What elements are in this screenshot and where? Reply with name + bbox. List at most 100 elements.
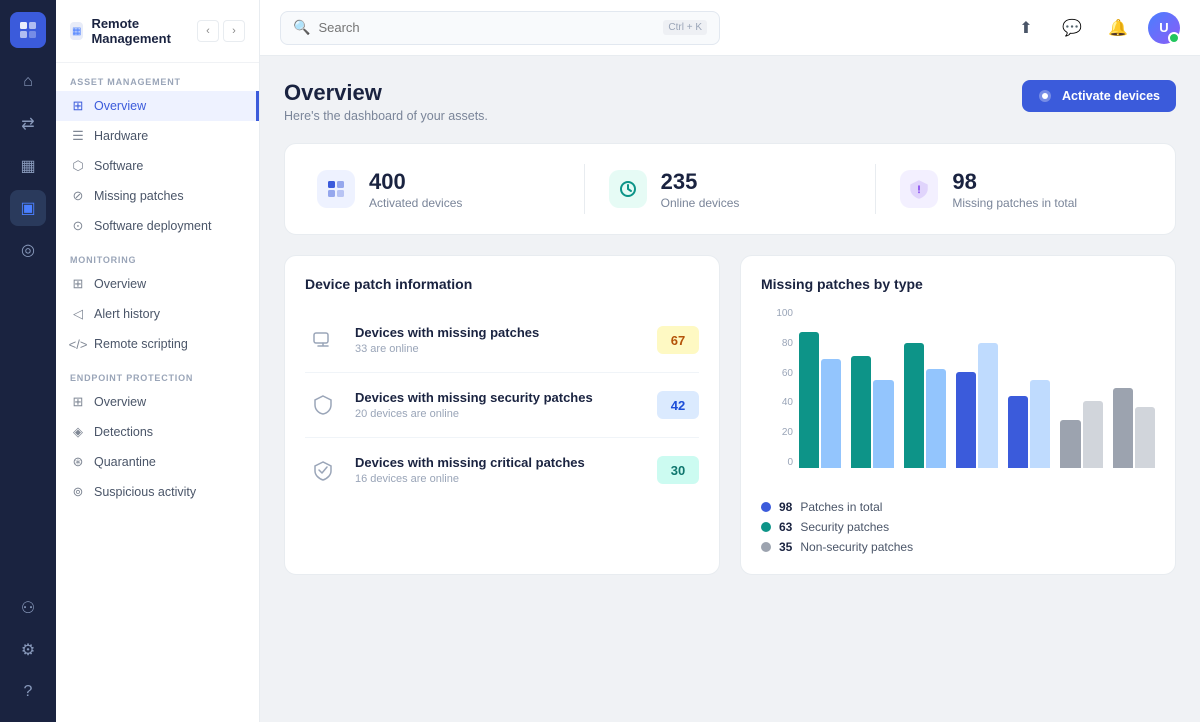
legend-dot-total xyxy=(761,502,771,512)
bar-secondary-1 xyxy=(873,380,893,468)
deployment-icon: ⊙ xyxy=(70,218,86,234)
rail-shield-icon[interactable]: ◎ xyxy=(10,232,46,268)
overview-icon: ⊞ xyxy=(70,98,86,114)
sidebar-item-label: Suspicious activity xyxy=(94,485,196,499)
notifications-icon[interactable]: 🔔 xyxy=(1102,12,1134,44)
missing-patches-chart-card: Missing patches by type 100 80 60 40 20 … xyxy=(740,255,1176,575)
bar-group-3 xyxy=(956,343,998,468)
patch-critical-title: Devices with missing critical patches xyxy=(355,455,643,472)
asset-management-label: ASSET MANAGEMENT xyxy=(56,63,259,91)
export-icon[interactable]: ⬆ xyxy=(1010,12,1042,44)
sidebar-item-label: Detections xyxy=(94,425,153,439)
patch-critical-info: Devices with missing critical patches 16… xyxy=(355,455,643,486)
bottom-grid: Device patch information Devices with mi… xyxy=(284,255,1176,575)
chat-icon[interactable]: 💬 xyxy=(1056,12,1088,44)
sidebar-header-icon: ▦ xyxy=(70,22,83,40)
activated-value: 400 xyxy=(369,169,462,195)
sidebar-item-detections[interactable]: ◈ Detections xyxy=(56,417,259,447)
sidebar-item-ep-overview[interactable]: ⊞ Overview xyxy=(56,387,259,417)
patch-critical-icon xyxy=(305,452,341,488)
legend-nonsecurity: 35 Non-security patches xyxy=(761,540,1155,554)
bar-group-6 xyxy=(1113,388,1155,468)
patch-item-security: Devices with missing security patches 20… xyxy=(305,373,699,438)
nav-arrows: ‹ › xyxy=(197,20,245,42)
rail-users-icon[interactable]: ⚇ xyxy=(10,590,46,626)
search-icon: 🔍 xyxy=(293,19,310,36)
rail-home-icon[interactable]: ⌂ xyxy=(10,64,46,100)
bar-secondary-6 xyxy=(1135,407,1155,468)
search-bar[interactable]: 🔍 Ctrl + K xyxy=(280,11,720,45)
patch-critical-sub: 16 devices are online xyxy=(355,473,643,485)
user-avatar[interactable]: U xyxy=(1148,12,1180,44)
sidebar-item-software[interactable]: ⬡ Software xyxy=(56,151,259,181)
sidebar-item-hardware[interactable]: ☰ Hardware xyxy=(56,121,259,151)
y-label-100: 100 xyxy=(776,308,793,319)
search-shortcut: Ctrl + K xyxy=(663,20,707,35)
bar-chart xyxy=(799,308,1155,468)
missing-value: 98 xyxy=(952,169,1077,195)
patch-missing-icon xyxy=(305,322,341,358)
y-label-80: 80 xyxy=(782,338,793,349)
activated-label: Activated devices xyxy=(369,196,462,210)
bar-primary-4 xyxy=(1008,396,1028,468)
sidebar-app-title: Remote Management xyxy=(91,16,189,46)
page-title: Overview xyxy=(284,80,488,106)
app-logo[interactable] xyxy=(10,12,46,48)
sidebar-header: ▦ Remote Management ‹ › xyxy=(56,0,259,63)
bar-group-5 xyxy=(1060,401,1102,468)
rail-settings-icon[interactable]: ⚙ xyxy=(10,632,46,668)
sidebar-item-overview[interactable]: ⊞ Overview xyxy=(56,91,259,121)
endpoint-label: ENDPOINT PROTECTION xyxy=(56,359,259,387)
rail-chart-icon[interactable]: ▦ xyxy=(10,148,46,184)
bar-group-2 xyxy=(904,343,946,468)
y-label-20: 20 xyxy=(782,427,793,438)
sidebar-item-alert-history[interactable]: ◁ Alert history xyxy=(56,299,259,329)
rail-transfer-icon[interactable]: ⇄ xyxy=(10,106,46,142)
icon-rail: ⌂ ⇄ ▦ ▣ ◎ ⚇ ⚙ ? xyxy=(0,0,56,722)
bar-primary-6 xyxy=(1113,388,1133,468)
page-subtitle: Here's the dashboard of your assets. xyxy=(284,109,488,123)
sidebar: ▦ Remote Management ‹ › ASSET MANAGEMENT… xyxy=(56,0,260,722)
y-label-0: 0 xyxy=(787,457,793,468)
missing-icon xyxy=(900,170,938,208)
search-input[interactable] xyxy=(318,20,655,35)
sidebar-item-label: Software xyxy=(94,159,143,173)
patch-item-critical: Devices with missing critical patches 16… xyxy=(305,438,699,502)
sidebar-item-software-deployment[interactable]: ⊙ Software deployment xyxy=(56,211,259,241)
bar-secondary-5 xyxy=(1083,401,1103,468)
patch-item-missing: Devices with missing patches 33 are onli… xyxy=(305,308,699,373)
alert-history-icon: ◁ xyxy=(70,306,86,322)
page-header: Overview Here's the dashboard of your as… xyxy=(284,80,1176,123)
patch-security-badge: 42 xyxy=(657,391,699,419)
online-label: Online devices xyxy=(661,196,740,210)
nav-forward-button[interactable]: › xyxy=(223,20,245,42)
y-axis: 100 80 60 40 20 0 xyxy=(761,308,793,468)
quarantine-icon: ⊛ xyxy=(70,454,86,470)
bar-primary-2 xyxy=(904,343,924,468)
main-area: 🔍 Ctrl + K ⬆ 💬 🔔 U Overview Here's the d… xyxy=(260,0,1200,722)
monitoring-label: MONITORING xyxy=(56,241,259,269)
rail-help-icon[interactable]: ? xyxy=(10,674,46,710)
sidebar-item-label: Quarantine xyxy=(94,455,156,469)
sidebar-item-quarantine[interactable]: ⊛ Quarantine xyxy=(56,447,259,477)
legend-total: 98 Patches in total xyxy=(761,500,1155,514)
sidebar-item-mon-overview[interactable]: ⊞ Overview xyxy=(56,269,259,299)
sidebar-item-missing-patches[interactable]: ⊘ Missing patches xyxy=(56,181,259,211)
chart-legend: 98 Patches in total 63 Security patches … xyxy=(761,500,1155,554)
sidebar-item-label: Overview xyxy=(94,99,146,113)
sidebar-item-remote-scripting[interactable]: </> Remote scripting xyxy=(56,329,259,359)
legend-security: 63 Security patches xyxy=(761,520,1155,534)
rail-monitor-icon[interactable]: ▣ xyxy=(10,190,46,226)
online-icon xyxy=(609,170,647,208)
content-area: Overview Here's the dashboard of your as… xyxy=(260,56,1200,722)
patch-security-title: Devices with missing security patches xyxy=(355,390,643,407)
stat-divider-1 xyxy=(584,164,585,214)
sidebar-item-label: Remote scripting xyxy=(94,337,188,351)
bar-secondary-0 xyxy=(821,359,841,468)
patch-missing-info: Devices with missing patches 33 are onli… xyxy=(355,325,643,356)
activate-devices-button[interactable]: Activate devices xyxy=(1022,80,1176,112)
activated-icon xyxy=(317,170,355,208)
sidebar-item-suspicious-activity[interactable]: ⊚ Suspicious activity xyxy=(56,477,259,507)
sidebar-item-label: Overview xyxy=(94,395,146,409)
nav-back-button[interactable]: ‹ xyxy=(197,20,219,42)
